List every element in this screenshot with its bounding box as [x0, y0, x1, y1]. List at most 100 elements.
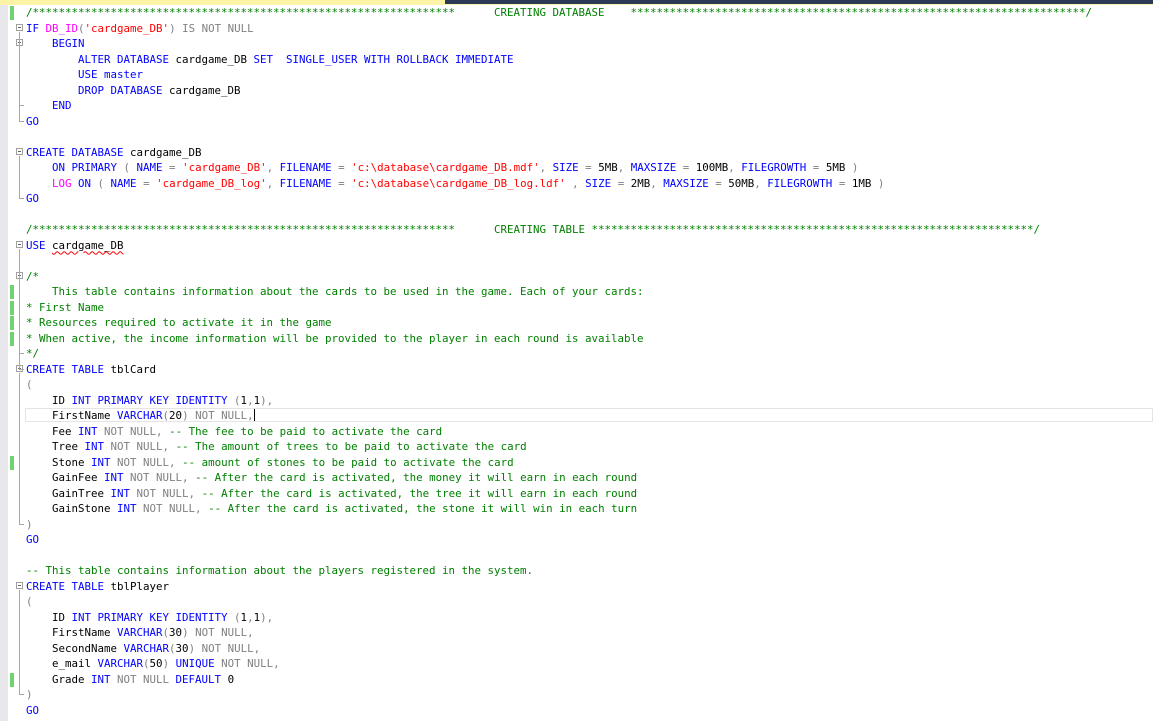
code-text: BEGIN	[26, 36, 85, 52]
code-line[interactable]: Tree INT NOT NULL, -- The amount of tree…	[0, 439, 1153, 455]
code-line[interactable]: /***************************************…	[0, 5, 1153, 21]
code-line[interactable]: SecondName VARCHAR(30) NOT NULL,	[0, 641, 1153, 657]
code-token: SIZE	[552, 161, 586, 174]
code-line[interactable]: ID INT PRIMARY KEY IDENTITY (1,1),	[0, 393, 1153, 409]
collapse-toggle-icon[interactable]	[16, 240, 23, 248]
code-line[interactable]: DROP DATABASE cardgame_DB	[0, 83, 1153, 99]
code-line[interactable]: ON PRIMARY ( NAME = 'cardgame_DB', FILEN…	[0, 160, 1153, 176]
collapse-toggle-icon[interactable]	[16, 581, 23, 589]
code-line[interactable]	[0, 253, 1153, 269]
code-line[interactable]	[0, 207, 1153, 223]
code-line[interactable]: GainStone INT NOT NULL, -- After the car…	[0, 501, 1153, 517]
code-line[interactable]: /*	[0, 269, 1153, 285]
code-token: INT	[91, 672, 118, 686]
code-token: ,	[195, 502, 209, 515]
code-token: 50MB	[728, 176, 755, 190]
code-text: (	[26, 594, 33, 610]
code-line[interactable]: * First Name	[0, 300, 1153, 316]
code-token: INT	[84, 440, 111, 453]
code-line[interactable]: FirstName VARCHAR(30) NOT NULL,	[0, 625, 1153, 641]
code-text: GainTree INT NOT NULL, -- After the card…	[26, 486, 637, 502]
code-line[interactable]: CREATE TABLE tblPlayer	[0, 579, 1153, 595]
code-line[interactable]: USE master	[0, 67, 1153, 83]
code-token: GO	[26, 533, 40, 546]
outline-guide	[19, 155, 20, 198]
code-line[interactable]: )	[0, 517, 1153, 533]
change-tracking-bar	[10, 285, 14, 299]
code-line[interactable]: BEGIN	[0, 36, 1153, 52]
code-line[interactable]: )	[0, 687, 1153, 703]
code-token: ,	[650, 176, 664, 190]
code-line[interactable]: USE cardgame_DB	[0, 238, 1153, 254]
code-token: ,	[617, 161, 631, 174]
text-caret	[253, 409, 255, 421]
code-token: VARCHAR	[117, 626, 163, 639]
code-token: ,	[728, 161, 742, 174]
code-line[interactable]: This table contains information about th…	[0, 284, 1153, 300]
code-line[interactable]: GO	[0, 532, 1153, 548]
code-token: FILEGROWTH	[767, 176, 839, 190]
change-tracking-bar	[10, 300, 14, 315]
code-line[interactable]: Stone INT NOT NULL, -- amount of stones …	[0, 455, 1153, 471]
code-token: BEGIN	[26, 37, 85, 50]
code-line[interactable]: GainTree INT NOT NULL, -- After the card…	[0, 486, 1153, 502]
code-line[interactable]: FirstName VARCHAR(20) NOT NULL,	[0, 408, 1153, 424]
code-line[interactable]: GO	[0, 191, 1153, 207]
code-line[interactable]: * When active, the income information wi…	[0, 331, 1153, 347]
code-text: IF DB_ID('cardgame_DB') IS NOT NULL	[26, 21, 254, 37]
outline-guide-end	[19, 198, 24, 199]
code-token: FirstName	[26, 409, 118, 422]
outline-guide-end	[19, 120, 24, 122]
code-text: GO	[26, 532, 39, 548]
code-line[interactable]: ALTER DATABASE cardgame_DB SET SINGLE_US…	[0, 52, 1153, 68]
code-line[interactable]: /***************************************…	[0, 222, 1153, 238]
code-line[interactable]: Grade INT NOT NULL DEFAULT 0	[0, 672, 1153, 688]
outline-guide-end	[19, 694, 24, 695]
code-token: ID	[26, 393, 72, 407]
code-line[interactable]	[0, 129, 1153, 145]
code-token: -- The amount of trees to be paid to act…	[175, 440, 527, 453]
code-token: GO	[26, 703, 40, 717]
code-token: ,	[273, 657, 280, 670]
code-line[interactable]: GO	[0, 114, 1153, 130]
code-token: =	[838, 176, 852, 190]
code-line[interactable]: (	[0, 377, 1153, 393]
code-line[interactable]: LOG ON ( NAME = 'cardgame_DB_log', FILEN…	[0, 176, 1153, 192]
code-token: Fee	[26, 424, 79, 438]
collapse-toggle-icon[interactable]	[16, 147, 23, 155]
code-token: -- After the card is activated, the mone…	[195, 471, 638, 484]
code-token: =	[338, 176, 352, 190]
code-token: Tree	[26, 440, 85, 453]
code-line[interactable]: IF DB_ID('cardgame_DB') IS NOT NULL	[0, 21, 1153, 37]
code-token: =	[812, 161, 826, 174]
change-tracking-bar	[10, 6, 14, 20]
code-token: )	[26, 517, 33, 531]
code-line[interactable]: CREATE TABLE tblCard	[0, 362, 1153, 378]
code-line[interactable]: * Resources required to activate it in t…	[0, 315, 1153, 331]
code-line[interactable]: (	[0, 594, 1153, 610]
code-token: cardgame_DB	[169, 83, 241, 97]
code-token: =	[715, 176, 729, 190]
code-token: FILEGROWTH	[741, 161, 813, 174]
code-token: ,	[247, 626, 254, 639]
code-line[interactable]: Fee INT NOT NULL, -- The fee to be paid …	[0, 424, 1153, 440]
code-line[interactable]: GainFee INT NOT NULL, -- After the card …	[0, 470, 1153, 486]
code-line[interactable]: END	[0, 98, 1153, 114]
code-token: ON	[78, 176, 98, 190]
code-token: =	[585, 161, 599, 174]
code-token: /***************************************…	[26, 223, 1041, 236]
code-line[interactable]: */	[0, 346, 1153, 362]
code-line[interactable]: e_mail VARCHAR(50) UNIQUE NOT NULL,	[0, 656, 1153, 672]
code-line[interactable]	[0, 548, 1153, 564]
outline-guide	[19, 372, 20, 524]
code-line[interactable]: ID INT PRIMARY KEY IDENTITY (1,1),	[0, 610, 1153, 626]
code-token: =	[169, 161, 183, 174]
code-line[interactable]: CREATE DATABASE cardgame_DB	[0, 145, 1153, 161]
sql-code-editor[interactable]: /***************************************…	[0, 5, 1153, 721]
code-line[interactable]: GO	[0, 703, 1153, 719]
code-token: IF	[26, 21, 46, 35]
code-token: * When active, the income information wi…	[26, 331, 644, 345]
collapse-toggle-icon[interactable]	[16, 23, 23, 31]
code-token: VARCHAR	[97, 657, 144, 670]
code-line[interactable]: -- This table contains information about…	[0, 563, 1153, 579]
